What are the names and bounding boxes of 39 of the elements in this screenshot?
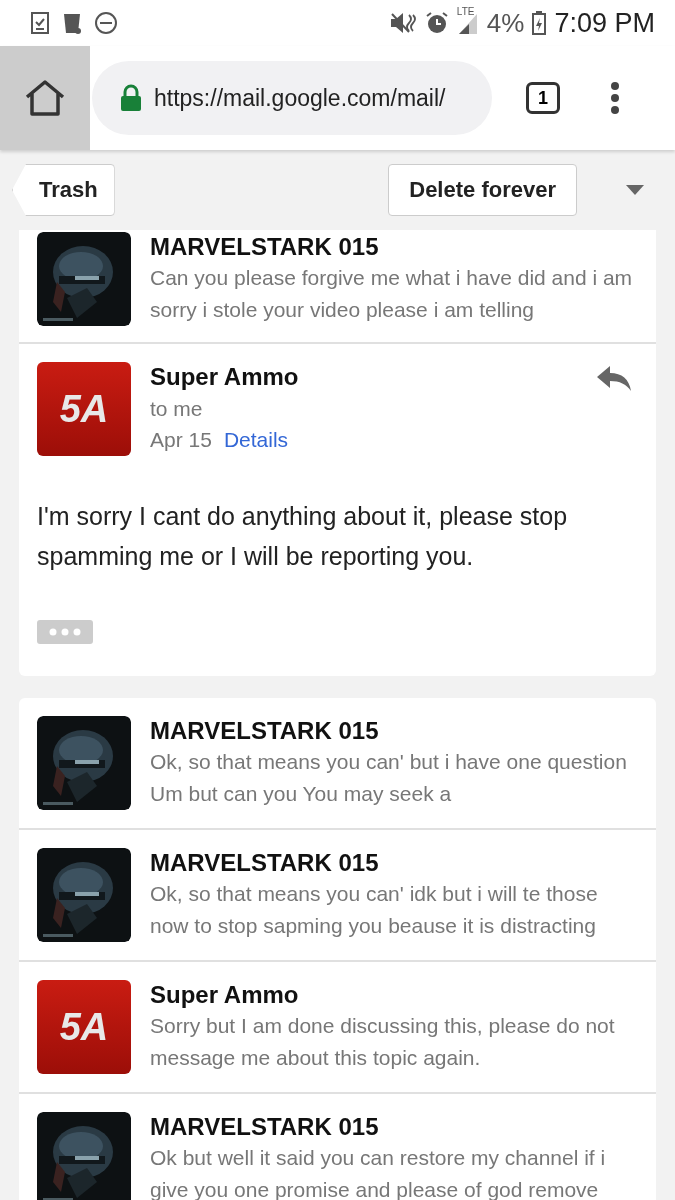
dropdown-icon[interactable] xyxy=(625,184,645,196)
lock-icon xyxy=(120,84,142,112)
details-link[interactable]: Details xyxy=(223,426,289,454)
battery-icon xyxy=(532,11,547,35)
delete-forever-button[interactable]: Delete forever xyxy=(388,164,577,216)
sender-name: MARVELSTARK 015 xyxy=(150,848,380,878)
sender-name: Super Ammo xyxy=(150,362,299,392)
sender-name: Super Ammo xyxy=(150,980,300,1010)
clock: 7:09 PM xyxy=(554,7,655,39)
message-snippet: Can you please forgive me what i have did and i am sorry i stole your video please i am telling xyxy=(150,265,634,323)
network-type: LTE xyxy=(456,6,475,17)
sender-name: MARVELSTARK 015 xyxy=(150,232,380,262)
alarm-icon xyxy=(424,11,449,35)
trash-icon xyxy=(62,11,82,35)
message-snippet: Ok, so that means you can' but i have one question Um but can you You may seek a xyxy=(150,749,628,807)
reply-icon[interactable] xyxy=(596,364,632,392)
tab-count-button[interactable]: 1 xyxy=(526,82,560,114)
menu-icon[interactable] xyxy=(610,81,620,115)
message-row[interactable]: MARVELSTARK 015 Ok, so that means you can' but i have one question Um but can you You may seek a xyxy=(19,698,656,830)
logo: 5A xyxy=(37,980,131,1074)
message-row[interactable]: MARVELSTARK 015 Ok, so that means you can' idk but i will te those now to stop sapming you beause it is distracting xyxy=(19,830,656,962)
sender-name: MARVELSTARK 015 xyxy=(150,716,380,746)
mute-icon xyxy=(388,11,417,35)
home-button[interactable] xyxy=(0,46,90,150)
message-snippet: Sorry but I am done discussing this, please do not message me about this topic again. xyxy=(150,1013,616,1071)
minus-circle-icon xyxy=(94,11,118,35)
message-row[interactable]: 5A Super Ammo Sorry but I am done discussing this, please do not message me about this topic again. xyxy=(19,962,656,1094)
sender-name: MARVELSTARK 015 xyxy=(150,1112,380,1142)
back-button[interactable]: Trash xyxy=(12,164,115,216)
ellipsis-icon xyxy=(47,628,83,636)
message-card[interactable]: MARVELSTARK 015 Can you please forgive me what i have did and i am sorry i stole your video please i am telling xyxy=(19,230,656,344)
recipient: to me xyxy=(150,396,204,422)
message-body: I'm sorry I cant do anything about it, please stop spamming me or I will be reporting you. xyxy=(37,501,569,572)
date: Apr 15 xyxy=(150,427,212,453)
address-bar[interactable]: https://mail.google.com/mail/ xyxy=(92,61,492,135)
battery-percent: 4% xyxy=(486,7,525,39)
checklist-icon xyxy=(30,11,50,35)
message-snippet: Ok, so that means you can' idk but i will te those now to stop sapming you beause it is distracting xyxy=(150,881,599,939)
logo: 5A xyxy=(37,362,131,456)
